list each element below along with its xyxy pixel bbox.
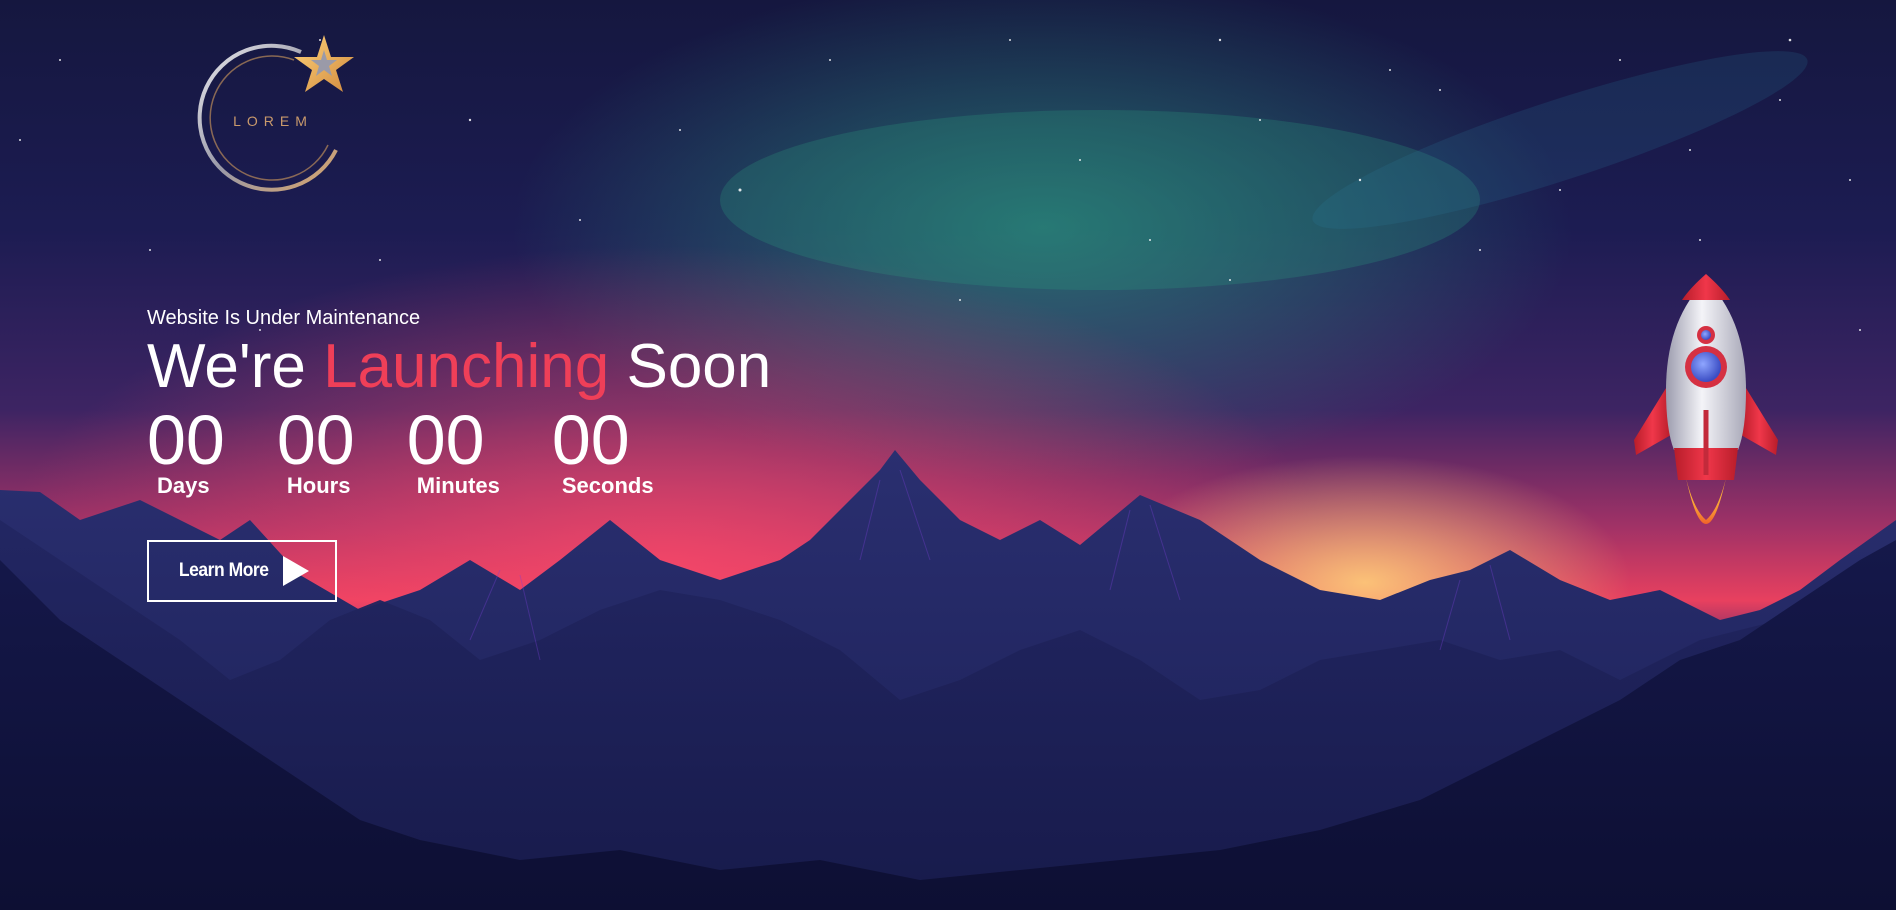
countdown-seconds: 00 Seconds (551, 401, 654, 499)
logo-text: LOREM (233, 113, 313, 129)
headline-accent: Launching (323, 332, 610, 401)
countdown-timer: 00 Days 00 Hours 00 Minutes 00 Seconds (147, 401, 771, 499)
countdown-hours-value: 00 (276, 401, 355, 479)
logo: LOREM (186, 30, 356, 200)
countdown-minutes-label: Minutes (416, 473, 500, 498)
page-title: We're Launching Soon (147, 335, 771, 399)
countdown-days: 00 Days (147, 401, 225, 499)
hero-section: Website Is Under Maintenance We're Launc… (147, 304, 771, 499)
maintenance-subtitle: Website Is Under Maintenance (147, 307, 421, 329)
countdown-days-label: Days (157, 473, 210, 498)
learn-more-button[interactable]: Learn More (147, 540, 337, 602)
headline-part1: We're (147, 332, 324, 401)
countdown-seconds-label: Seconds (561, 473, 654, 498)
headline-part2: Soon (609, 332, 772, 401)
rocket-icon (1634, 274, 1778, 524)
maintenance-page: LOREM Website Is Under Maintenance We're… (0, 0, 1896, 910)
countdown-minutes-value: 00 (406, 401, 485, 479)
countdown-days-value: 00 (147, 401, 225, 479)
learn-more-label: Learn More (179, 560, 269, 581)
play-icon (282, 556, 309, 586)
countdown-seconds-value: 00 (551, 401, 630, 479)
countdown-minutes: 00 Minutes (406, 401, 500, 499)
countdown-hours-label: Hours (286, 473, 351, 498)
countdown-hours: 00 Hours (276, 401, 355, 499)
